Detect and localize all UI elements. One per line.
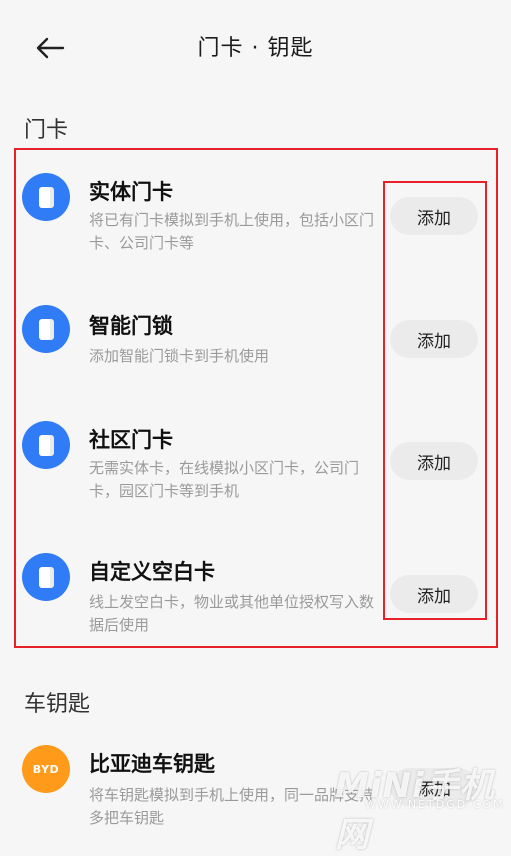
item-description: 无需实体卡，在线模拟小区门卡，公司门卡，园区门卡等到手机: [89, 459, 360, 500]
card-icon: [22, 553, 70, 601]
highlight-box-add-buttons: [383, 181, 487, 620]
byd-logo-text: BYD: [32, 762, 60, 776]
item-description: 将车钥匙模拟到手机上使用，同一品牌支持多把车钥匙: [89, 786, 375, 827]
item-title: 智能门锁: [89, 314, 173, 338]
card-icon: [22, 173, 70, 221]
add-physical-card-button[interactable]: 添加: [390, 197, 478, 235]
item-description: 将已有门卡模拟到手机上使用，包括小区门卡、公司门卡等: [89, 211, 375, 252]
item-description: 线上发空白卡，物业或其他单位授权写入数据后使用: [89, 593, 375, 634]
item-title: 实体门卡: [89, 180, 173, 204]
add-byd-car-key-button[interactable]: 添加: [390, 768, 478, 806]
byd-logo-icon: BYD: [22, 745, 70, 793]
item-title: 比亚迪车钥匙: [89, 752, 215, 776]
top-bar: 门卡 · 钥匙: [0, 0, 511, 95]
item-title: 自定义空白卡: [89, 560, 215, 584]
card-icon: [22, 305, 70, 353]
item-title: 社区门卡: [89, 428, 173, 452]
section-title-access-cards: 门卡: [24, 118, 69, 143]
item-description: 添加智能门锁卡到手机使用: [89, 347, 270, 365]
add-smart-lock-button[interactable]: 添加: [390, 320, 478, 358]
section-title-car-keys: 车钥匙: [24, 692, 91, 717]
card-icon: [22, 421, 70, 469]
add-custom-blank-card-button[interactable]: 添加: [390, 575, 478, 613]
add-community-card-button[interactable]: 添加: [390, 442, 478, 480]
page-title: 门卡 · 钥匙: [197, 36, 314, 61]
